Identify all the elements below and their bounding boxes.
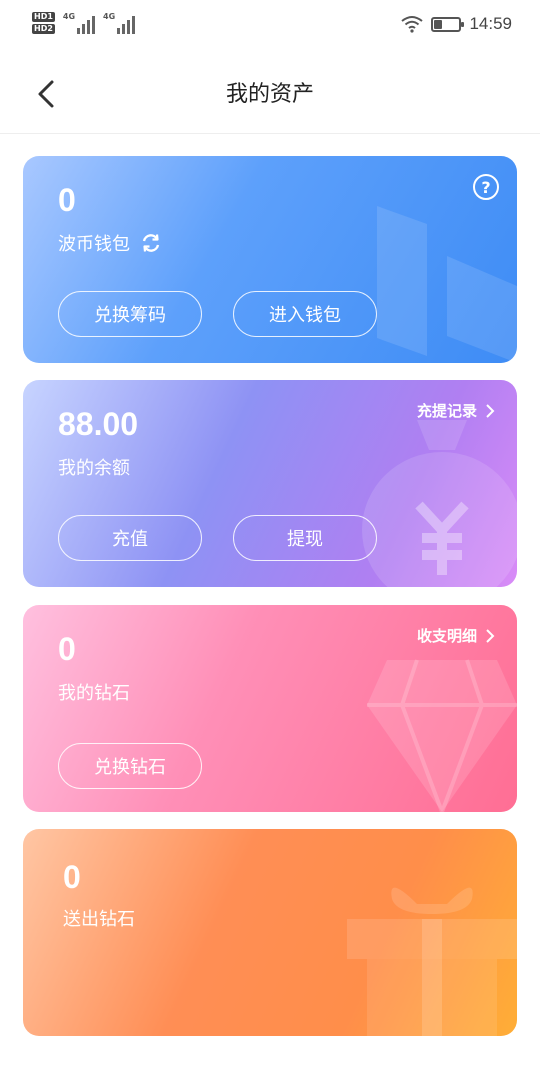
chevron-right-icon [486,628,495,643]
help-icon[interactable]: ? [473,174,499,200]
wallet-label-row: 波币钱包 [58,230,162,256]
signal-2: 4G [103,12,136,34]
signal-1: 4G [62,12,96,34]
battery-icon [431,16,465,32]
diamond-value: 0 [58,631,76,667]
chevron-right-icon [486,403,495,418]
signal-bars-icon [117,12,136,34]
sent-diamonds-label: 送出钻石 [63,905,135,931]
gift-watermark-icon [347,887,517,1036]
navigation-bar: 我的资产 [0,52,540,134]
wifi-icon [401,16,424,33]
status-right: 14:59 [401,14,512,34]
money-bag-watermark-icon [362,420,517,587]
income-expense-detail-link[interactable]: 收支明细 [417,625,495,646]
balance-label-text: 我的余额 [58,458,130,479]
network-type-1: 4G [62,12,76,21]
hd1-badge: HD1 [32,12,55,22]
wallet-watermark-icon [377,206,517,363]
status-bar: HD1 HD2 4G 4G 14:59 [0,0,540,52]
wallet-label: 波币钱包 [58,234,130,255]
refresh-icon[interactable] [140,232,162,254]
recharge-button[interactable]: 充值 [58,515,202,561]
sent-diamonds-value: 0 [63,859,81,895]
detail-link-label: 收支明细 [416,627,477,645]
exchange-diamonds-button[interactable]: 兑换钻石 [58,743,202,789]
balance-card: 充提记录 88.00 我的余额 充值 提现 [23,380,517,587]
sent-diamonds-label-text: 送出钻石 [63,909,135,930]
wallet-card: ? 0 波币钱包 兑换筹码 进入钱包 [23,156,517,363]
page-title: 我的资产 [225,82,314,107]
wallet-value: 0 [58,182,76,218]
network-type-2: 4G [103,12,116,21]
clock: 14:59 [469,14,512,33]
exchange-chips-button[interactable]: 兑换筹码 [58,291,202,337]
signal-bars-icon [77,12,96,34]
hd-badges: HD1 HD2 [32,12,55,34]
balance-label: 我的余额 [58,454,130,480]
diamond-label-text: 我的钻石 [58,683,130,704]
diamond-watermark-icon [367,659,517,812]
diamond-label: 我的钻石 [58,679,130,705]
battery-fill [434,19,443,29]
diamond-card: 收支明细 0 我的钻石 兑换钻石 [23,605,517,812]
records-link-label: 充提记录 [416,402,477,420]
withdraw-button[interactable]: 提现 [233,515,377,561]
recharge-withdraw-records-link[interactable]: 充提记录 [417,400,495,421]
sent-diamonds-card: 0 送出钻石 [23,829,517,1036]
balance-value: 88.00 [58,406,139,442]
network-indicators: HD1 HD2 4G 4G [32,12,136,34]
hd2-badge: HD2 [32,24,55,34]
enter-wallet-button[interactable]: 进入钱包 [233,291,377,337]
